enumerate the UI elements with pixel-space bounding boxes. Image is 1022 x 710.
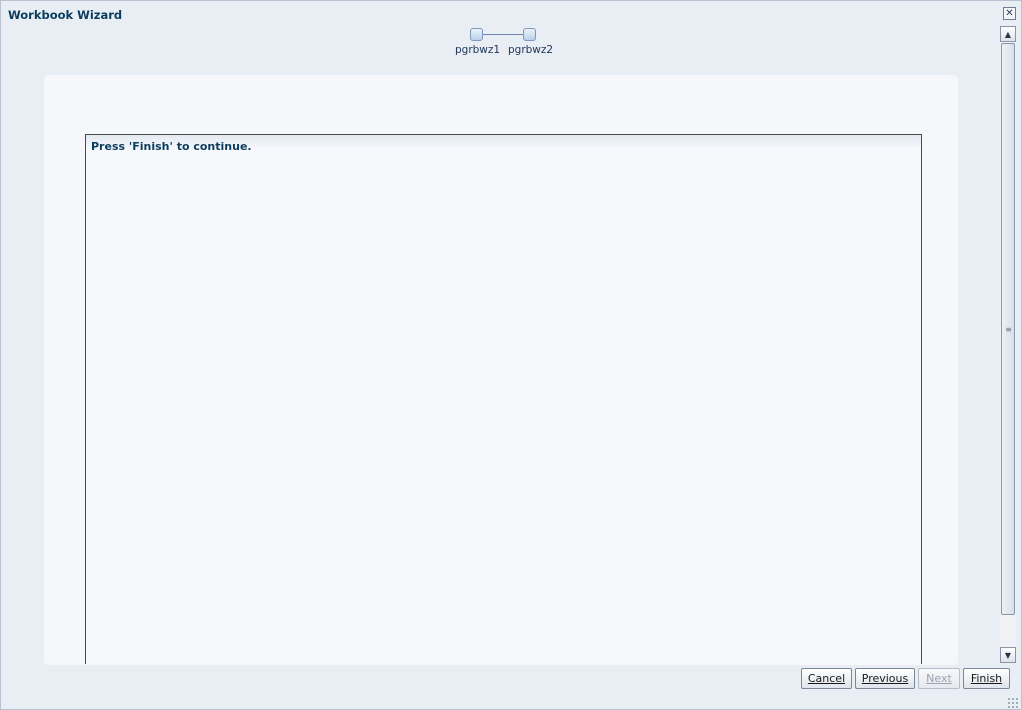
scrollbar-track[interactable]: ≡: [1000, 42, 1016, 647]
vertical-scrollbar[interactable]: ▲ ≡ ▼: [1000, 26, 1016, 663]
scrollbar-thumb[interactable]: ≡: [1001, 43, 1015, 615]
scroll-down-icon[interactable]: ▼: [1000, 647, 1016, 663]
button-bar: Cancel Previous Next Finish: [1, 663, 1022, 710]
scroll-up-icon[interactable]: ▲: [1000, 26, 1016, 42]
train-stop-1-label[interactable]: pgrbwz1: [455, 44, 500, 56]
previous-button[interactable]: Previous: [855, 668, 915, 689]
next-button[interactable]: Next: [918, 668, 960, 689]
workbook-wizard-dialog: Workbook Wizard ✕ pgrbwz1 pgrbwz2 Press …: [0, 0, 1022, 710]
finish-button[interactable]: Finish: [963, 668, 1010, 689]
train-stop-2[interactable]: [523, 28, 536, 41]
wizard-train: pgrbwz1 pgrbwz2: [451, 27, 561, 59]
train-stop-1[interactable]: [470, 28, 483, 41]
content-region: Press 'Finish' to continue.: [85, 134, 922, 664]
dialog-title: Workbook Wizard: [8, 8, 123, 22]
train-connector: [476, 34, 529, 35]
finish-message: Press 'Finish' to continue.: [91, 140, 252, 153]
close-icon[interactable]: ✕: [1003, 7, 1016, 20]
resize-grip-icon[interactable]: [1007, 697, 1019, 709]
cancel-button[interactable]: Cancel: [801, 668, 852, 689]
train-stop-2-label[interactable]: pgrbwz2: [508, 44, 553, 56]
